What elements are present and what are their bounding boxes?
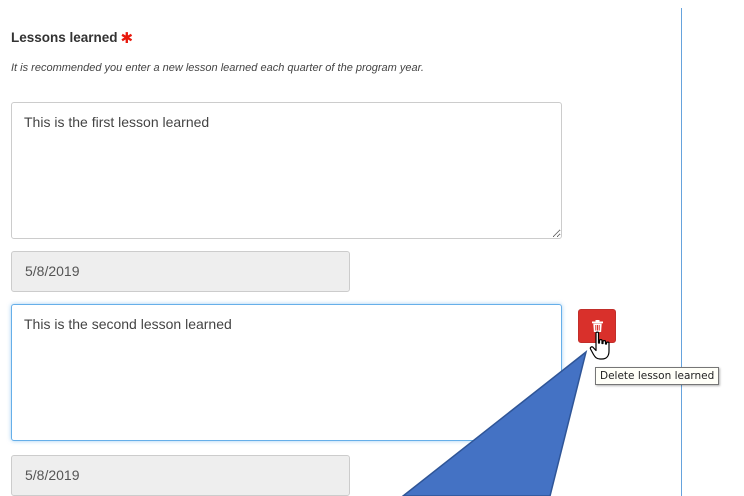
lesson-textarea-2[interactable]: This is the second lesson learned (11, 304, 562, 441)
required-asterisk-icon: ✱ (120, 30, 134, 47)
section-title-text: Lessons learned (11, 30, 118, 45)
hand-cursor-icon (589, 331, 610, 360)
delete-tooltip: Delete lesson learned (595, 367, 720, 385)
lesson-textarea-1[interactable]: This is the first lesson learned (11, 102, 562, 239)
lesson-date-field-2: 5/8/2019 (11, 455, 350, 496)
section-hint: It is recommended you enter a new lesson… (11, 62, 424, 74)
lesson-date-field-1: 5/8/2019 (11, 251, 350, 292)
column-divider (681, 8, 682, 496)
section-title: Lessons learned ✱ (11, 28, 134, 47)
